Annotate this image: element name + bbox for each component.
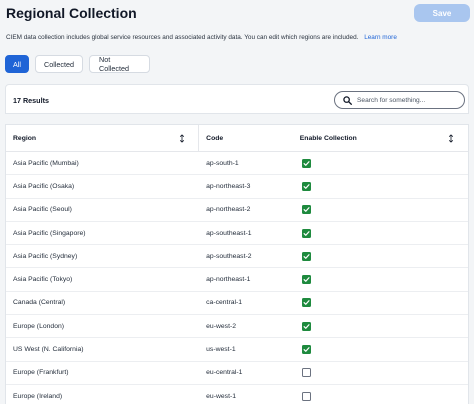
- enable-collection-checkbox[interactable]: [301, 368, 311, 378]
- enable-collection-checkbox[interactable]: [301, 275, 311, 285]
- results-bar: 17 Results: [5, 84, 469, 114]
- enable-collection-cell: [293, 338, 468, 360]
- search-box[interactable]: [334, 91, 465, 109]
- column-header-code: Code: [199, 125, 293, 151]
- column-label: Region: [13, 134, 37, 142]
- region-cell: Asia Pacific (Singapore): [13, 229, 86, 237]
- table-row: Canada (Central) ca-central-1: [6, 292, 468, 316]
- region-cell: Canada (Central): [13, 299, 66, 307]
- region-cell: US West (N. California): [13, 346, 84, 354]
- enable-collection-checkbox[interactable]: [301, 228, 311, 238]
- table-row: Asia Pacific (Seoul) ap-northeast-2: [6, 199, 468, 222]
- check-icon: [303, 300, 310, 306]
- filter-tab-collected[interactable]: Collected: [35, 55, 83, 73]
- table-row: Asia Pacific (Mumbai) ap-south-1: [6, 152, 468, 176]
- code-cell: ap-northeast-2: [206, 206, 251, 214]
- code-cell: eu-central-1: [206, 369, 243, 377]
- table-row: Asia Pacific (Osaka) ap-northeast-3: [6, 175, 468, 199]
- enable-collection-checkbox[interactable]: [301, 298, 311, 308]
- code-cell: us-west-1: [206, 346, 236, 354]
- enable-collection-checkbox[interactable]: [301, 345, 311, 355]
- enable-collection-checkbox[interactable]: [301, 181, 311, 191]
- table-header: Region Code Enable Collection: [6, 125, 468, 152]
- enable-collection-cell: [293, 268, 468, 290]
- enable-collection-cell: [293, 199, 468, 221]
- enable-collection-cell: [293, 385, 468, 404]
- region-cell: Europe (Frankfurt): [13, 369, 69, 377]
- enable-collection-checkbox[interactable]: [301, 321, 311, 331]
- code-cell: ap-southeast-2: [206, 252, 252, 260]
- filter-tab-not-collected[interactable]: Not Collected: [89, 55, 150, 73]
- table-row: US West (N. California) us-west-1: [6, 338, 468, 362]
- code-cell: eu-west-2: [206, 322, 236, 330]
- filter-tab-all[interactable]: All: [5, 55, 29, 73]
- column-label: Enable Collection: [299, 134, 357, 142]
- check-icon: [303, 207, 310, 213]
- check-icon: [303, 184, 310, 189]
- sort-icon[interactable]: [179, 134, 185, 143]
- sort-icon[interactable]: [448, 134, 454, 143]
- code-cell: ap-northeast-1: [206, 276, 251, 284]
- code-cell: ap-south-1: [206, 159, 239, 167]
- region-cell: Europe (Ireland): [13, 392, 63, 400]
- enable-collection-cell: [293, 222, 468, 244]
- check-icon: [303, 230, 310, 236]
- region-cell: Asia Pacific (Sydney): [13, 252, 78, 260]
- enable-collection-cell: [293, 152, 468, 174]
- check-icon: [303, 323, 310, 329]
- table-row: Asia Pacific (Singapore) ap-southeast-1: [6, 222, 468, 246]
- enable-collection-checkbox[interactable]: [301, 251, 311, 261]
- code-cell: ap-northeast-3: [206, 182, 251, 190]
- column-header-region[interactable]: Region: [6, 125, 200, 151]
- region-cell: Asia Pacific (Mumbai): [13, 159, 79, 167]
- save-button[interactable]: Save: [414, 4, 470, 22]
- learn-more-link[interactable]: Learn more: [364, 34, 397, 41]
- region-cell: Asia Pacific (Seoul): [13, 206, 72, 214]
- enable-collection-cell: [293, 175, 468, 197]
- enable-collection-checkbox[interactable]: [301, 205, 311, 215]
- table-row: Europe (London) eu-west-2: [6, 315, 468, 339]
- table-row: Europe (Frankfurt) eu-central-1: [6, 362, 468, 385]
- regions-table: Region Code Enable Collection Asia Pacif…: [5, 124, 469, 404]
- table-row: Europe (Ireland) eu-west-1: [6, 385, 468, 404]
- enable-collection-checkbox[interactable]: [301, 391, 311, 401]
- check-icon: [303, 277, 310, 282]
- check-icon: [303, 253, 310, 259]
- table-row: Asia Pacific (Sydney) ap-southeast-2: [6, 245, 468, 269]
- description-text: CIEM data collection includes global ser…: [6, 34, 359, 41]
- region-cell: Asia Pacific (Osaka): [13, 182, 75, 190]
- code-cell: ca-central-1: [206, 299, 243, 307]
- region-cell: Europe (London): [13, 322, 65, 330]
- enable-collection-cell: [293, 245, 468, 267]
- check-icon: [303, 160, 310, 166]
- check-icon: [303, 347, 310, 352]
- region-cell: Asia Pacific (Tokyo): [13, 276, 73, 284]
- results-count: 17 Results: [13, 96, 49, 105]
- enable-collection-cell: [293, 292, 468, 314]
- enable-collection-checkbox[interactable]: [301, 158, 311, 168]
- description: CIEM data collection includes global ser…: [6, 34, 468, 41]
- column-label: Code: [206, 134, 224, 142]
- code-cell: ap-southeast-1: [206, 229, 252, 237]
- table-row: Asia Pacific (Tokyo) ap-northeast-1: [6, 268, 468, 292]
- enable-collection-cell: [293, 315, 468, 337]
- column-header-enable-collection[interactable]: Enable Collection: [293, 125, 468, 151]
- search-icon: [343, 95, 352, 105]
- enable-collection-cell: [293, 362, 468, 384]
- search-input[interactable]: [357, 96, 457, 104]
- filter-tabs: All Collected Not Collected: [5, 55, 150, 73]
- page-title: Regional Collection: [6, 5, 137, 21]
- code-cell: eu-west-1: [206, 392, 236, 400]
- table-body: Asia Pacific (Mumbai) ap-south-1 Asia Paci…: [6, 152, 468, 404]
